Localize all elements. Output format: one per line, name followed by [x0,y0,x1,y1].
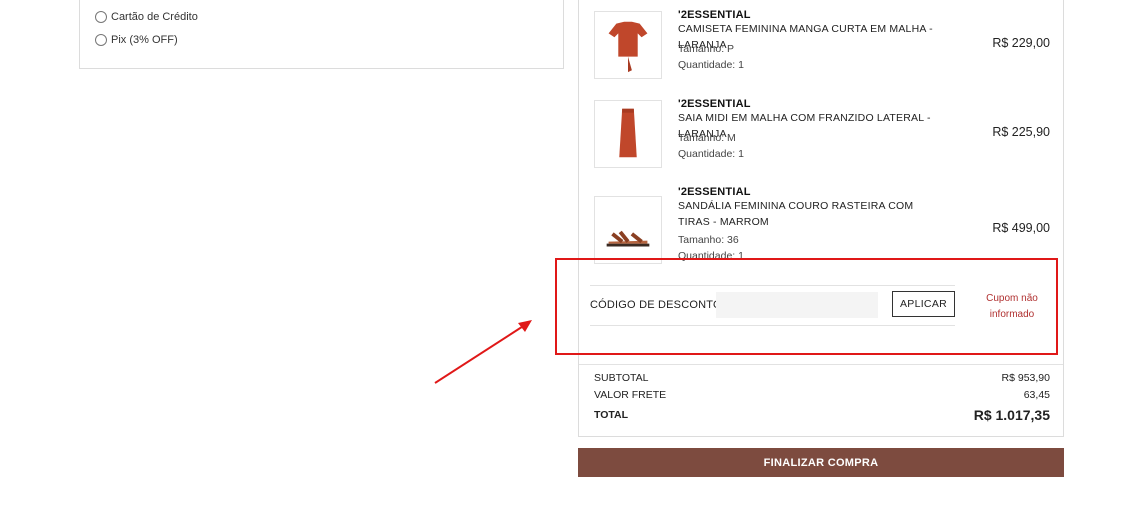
product-brand: '2ESSENTIAL [678,98,751,110]
product-brand: '2ESSENTIAL [678,186,751,198]
cart-item: '2ESSENTIAL SAIA MIDI EM MALHA COM FRANZ… [594,98,1050,170]
radio-icon[interactable] [95,34,107,46]
shipping-value: 63,45 [1023,389,1050,401]
finalize-purchase-button[interactable]: FINALIZAR COMPRA [578,448,1064,477]
product-name[interactable]: SANDÁLIA FEMININA COURO RASTEIRA COM TIR… [678,198,948,230]
payment-option-credit-card[interactable]: Cartão de Crédito [95,11,198,23]
payment-option-pix[interactable]: Pix (3% OFF) [95,34,178,46]
product-size: Tamanho: M [678,132,736,144]
annotation-arrow-icon [434,320,532,384]
product-size: Tamanho: 36 [678,234,739,246]
product-size: Tamanho: P [678,43,735,55]
sandal-icon [606,230,650,247]
annotation-highlight-box [555,258,1058,355]
cart-item: '2ESSENTIAL CAMISETA FEMININA MANGA CURT… [594,9,1050,81]
skirt-icon [619,108,637,158]
product-quantity: Quantidade: 1 [678,148,744,160]
product-brand: '2ESSENTIAL [678,9,751,21]
subtotal-label: SUBTOTAL [594,372,649,384]
shipping-label: VALOR FRETE [594,389,667,401]
divider [579,364,1063,365]
payment-option-label: Cartão de Crédito [111,11,198,23]
payment-method-panel: Cartão de Crédito Pix (3% OFF) [79,0,564,69]
payment-option-label: Pix (3% OFF) [111,34,178,46]
cart-item: '2ESSENTIAL SANDÁLIA FEMININA COURO RAST… [594,186,1050,264]
product-quantity: Quantidade: 1 [678,59,744,71]
total-label: TOTAL [594,409,629,421]
product-price: R$ 225,90 [992,125,1050,139]
product-price: R$ 229,00 [992,36,1050,50]
total-value: R$ 1.017,35 [973,407,1050,423]
product-thumbnail[interactable] [594,196,662,264]
product-thumbnail[interactable] [594,11,662,79]
order-summary-panel: '2ESSENTIAL CAMISETA FEMININA MANGA CURT… [578,0,1064,437]
tshirt-icon [608,21,648,73]
radio-icon[interactable] [95,11,107,23]
product-price: R$ 499,00 [992,221,1050,235]
subtotal-value: R$ 953,90 [1001,372,1050,384]
product-thumbnail[interactable] [594,100,662,168]
